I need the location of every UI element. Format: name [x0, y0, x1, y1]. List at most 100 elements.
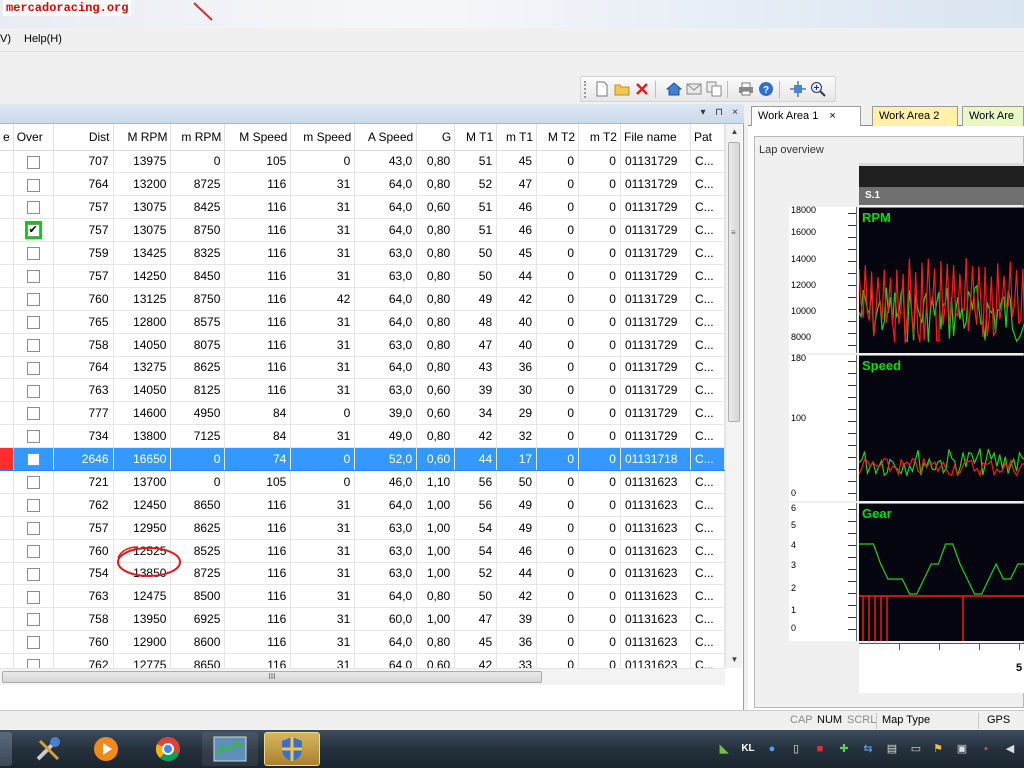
table-row[interactable]: ✔ 757 13075 8750 116 31 64,0 0,80 51 46 0 0 01131729… — [0, 218, 725, 243]
map-app-icon[interactable] — [202, 732, 258, 766]
over-checkbox[interactable] — [26, 659, 40, 668]
col-dist-header[interactable]: Dist — [53, 124, 114, 151]
col-m-t1-max-header[interactable]: M T1 — [454, 124, 498, 151]
copy-icon[interactable] — [705, 80, 723, 98]
table-row[interactable]: 762 12775 8650 116 31 64,0 0,60 42 33 0 0 01131623 C… — [0, 653, 725, 668]
pdf-icon[interactable]: ■ — [812, 741, 828, 757]
col-path-header[interactable]: Pat — [690, 124, 725, 151]
over-checkbox[interactable] — [26, 315, 40, 329]
menu-help[interactable]: Help(H) — [24, 33, 62, 45]
scroll-up-icon[interactable]: ▲ — [726, 124, 743, 140]
col-m-t2-max-header[interactable]: M T2 — [536, 124, 580, 151]
table-row[interactable]: 707 13975 0 105 0 43,0 0,80 51 45 0 0 01131729 C... — [0, 150, 725, 174]
network-icon[interactable]: ▤ — [884, 741, 900, 757]
delete-icon[interactable] — [633, 80, 651, 98]
over-checkbox[interactable]: ✔ — [26, 224, 40, 238]
monitor-icon[interactable]: ▭ — [908, 741, 924, 757]
toolbar-grip[interactable] — [584, 81, 587, 98]
home-icon[interactable] — [665, 80, 683, 98]
fit-view-icon[interactable] — [789, 80, 807, 98]
over-checkbox[interactable] — [26, 292, 40, 306]
over-checkbox[interactable] — [26, 453, 40, 467]
start-button[interactable] — [0, 732, 12, 766]
table-row[interactable]: 734 13800 7125 84 31 49,0 0,80 42 32 0 0 01131729 C.… — [0, 424, 725, 449]
menu-view[interactable]: V) — [0, 33, 11, 45]
col-m-speed-max-header[interactable]: M Speed — [224, 124, 292, 151]
horizontal-scrollbar[interactable]: III — [0, 668, 725, 685]
col-over-header[interactable]: Over — [13, 124, 54, 151]
over-checkbox[interactable] — [26, 636, 40, 650]
mail-icon[interactable] — [685, 80, 703, 98]
pin-icon[interactable]: ▾ — [697, 107, 709, 119]
new-file-icon[interactable] — [593, 80, 611, 98]
col-m-speed-min-header[interactable]: m Speed — [290, 124, 356, 151]
auto-hide-icon[interactable]: ⊓ — [713, 107, 725, 119]
col-a-speed-header[interactable]: A Speed — [354, 124, 418, 151]
battery-icon[interactable]: ▯ — [788, 741, 804, 757]
over-checkbox[interactable] — [26, 498, 40, 512]
media-player-icon[interactable] — [78, 732, 134, 766]
kl-tray-icon[interactable]: KL — [740, 741, 756, 757]
table-row[interactable]: 764 13200 8725 116 31 64,0 0,80 52 47 0 0 01131729 C… — [0, 172, 725, 197]
table-row[interactable]: 758 14050 8075 116 31 63,0 0,80 47 40 0 0 01131729 C… — [0, 333, 725, 357]
col-m-t2-min-header[interactable]: m T2 — [578, 124, 621, 151]
over-checkbox[interactable] — [26, 430, 40, 444]
sync-icon[interactable]: ⇆ — [860, 741, 876, 757]
scroll-down-icon[interactable]: ▼ — [726, 652, 743, 668]
table-row[interactable]: 763 12475 8500 116 31 64,0 0,80 50 42 0 0 01131623 C… — [0, 584, 725, 609]
over-checkbox[interactable] — [26, 338, 40, 352]
open-folder-icon[interactable] — [613, 80, 631, 98]
table-row[interactable]: 2646 16650 0 74 0 52,0 0,60 44 17 0 0 01131718 C... — [0, 447, 725, 471]
chrome-icon[interactable] — [140, 732, 196, 766]
over-checkbox[interactable] — [26, 567, 40, 581]
tab-work-area-3[interactable]: Work Are — [962, 106, 1024, 126]
tab-work-area-2[interactable]: Work Area 2 — [872, 106, 958, 126]
table-row[interactable]: 762 12450 8650 116 31 64,0 1,00 56 49 0 0 01131623 C… — [0, 493, 725, 517]
connection-icon[interactable]: ▪ — [978, 741, 994, 757]
col-m-t1-min-header[interactable]: m T1 — [496, 124, 538, 151]
print-icon[interactable] — [737, 80, 755, 98]
nvidia-icon[interactable]: ◣ — [716, 741, 732, 757]
tools-app-icon[interactable] — [20, 732, 76, 766]
over-checkbox[interactable] — [26, 247, 40, 261]
col-m-rpm-max-header[interactable]: M RPM — [113, 124, 172, 151]
tab-work-area-1[interactable]: Work Area 1 × — [751, 106, 861, 126]
vertical-scrollbar[interactable]: ▲ ≡ ▼ — [725, 124, 742, 668]
over-checkbox[interactable] — [26, 521, 40, 535]
action-center-icon[interactable]: ⚑ — [930, 741, 946, 757]
over-checkbox[interactable] — [26, 407, 40, 421]
volume-icon[interactable]: ◀ — [1002, 741, 1018, 757]
col-e-header[interactable]: e — [0, 124, 14, 151]
table-row[interactable]: 764 13275 8625 116 31 64,0 0,80 43 36 0 0 01131729 C… — [0, 356, 725, 380]
table-row[interactable]: 760 12525 8525 116 31 63,0 1,00 54 46 0 0 01131623 C… — [0, 539, 725, 563]
security-icon[interactable]: ✚ — [836, 741, 852, 757]
over-checkbox[interactable] — [26, 476, 40, 490]
table-row[interactable]: 721 13700 0 105 0 46,0 1,10 56 50 0 0 01131623 C... — [0, 470, 725, 494]
over-checkbox[interactable] — [26, 155, 40, 169]
vertical-scroll-thumb[interactable]: ≡ — [728, 142, 740, 422]
horizontal-scroll-thumb[interactable]: III — [2, 671, 542, 683]
clipboard-icon[interactable]: ▣ — [954, 741, 970, 757]
over-checkbox[interactable] — [26, 178, 40, 192]
table-row[interactable]: 757 12950 8625 116 31 63,0 1,00 54 49 0 0 01131623 C… — [0, 516, 725, 540]
table-row[interactable]: 760 13125 8750 116 42 64,0 0,80 49 42 0 0 01131729 C… — [0, 287, 725, 311]
table-row[interactable]: 754 13850 8725 116 31 63,0 1,00 52 44 0 0 01131623 C… — [0, 562, 725, 586]
over-checkbox[interactable] — [26, 384, 40, 398]
table-row[interactable]: 765 12800 8575 116 31 64,0 0,80 48 40 0 0 01131729 C… — [0, 310, 725, 334]
close-panel-icon[interactable]: × — [729, 107, 741, 119]
table-row[interactable]: 760 12900 8600 116 31 64,0 0,80 45 36 0 0 01131623 C… — [0, 630, 725, 655]
skype-icon[interactable]: ● — [764, 741, 780, 757]
table-row[interactable]: 757 14250 8450 116 31 63,0 0,80 50 44 0 0 01131729 C… — [0, 264, 725, 288]
table-row[interactable]: 758 13950 6925 116 31 60,0 1,00 47 39 0 0 01131623 C… — [0, 607, 725, 632]
shield-app-icon[interactable] — [264, 732, 320, 766]
table-row[interactable]: 777 14600 4950 84 0 39,0 0,60 34 29 0 0 01131729 C..… — [0, 401, 725, 426]
over-checkbox[interactable] — [26, 270, 40, 284]
over-checkbox[interactable] — [26, 201, 40, 215]
table-row[interactable]: 763 14050 8125 116 31 63,0 0,60 39 30 0 0 01131729 C… — [0, 378, 725, 403]
col-file-name-header[interactable]: File name — [620, 124, 691, 151]
over-checkbox[interactable] — [26, 613, 40, 627]
close-tab-icon[interactable]: × — [829, 107, 835, 125]
over-checkbox[interactable] — [26, 361, 40, 375]
over-checkbox[interactable] — [26, 590, 40, 604]
col-g-header[interactable]: G — [416, 124, 456, 151]
